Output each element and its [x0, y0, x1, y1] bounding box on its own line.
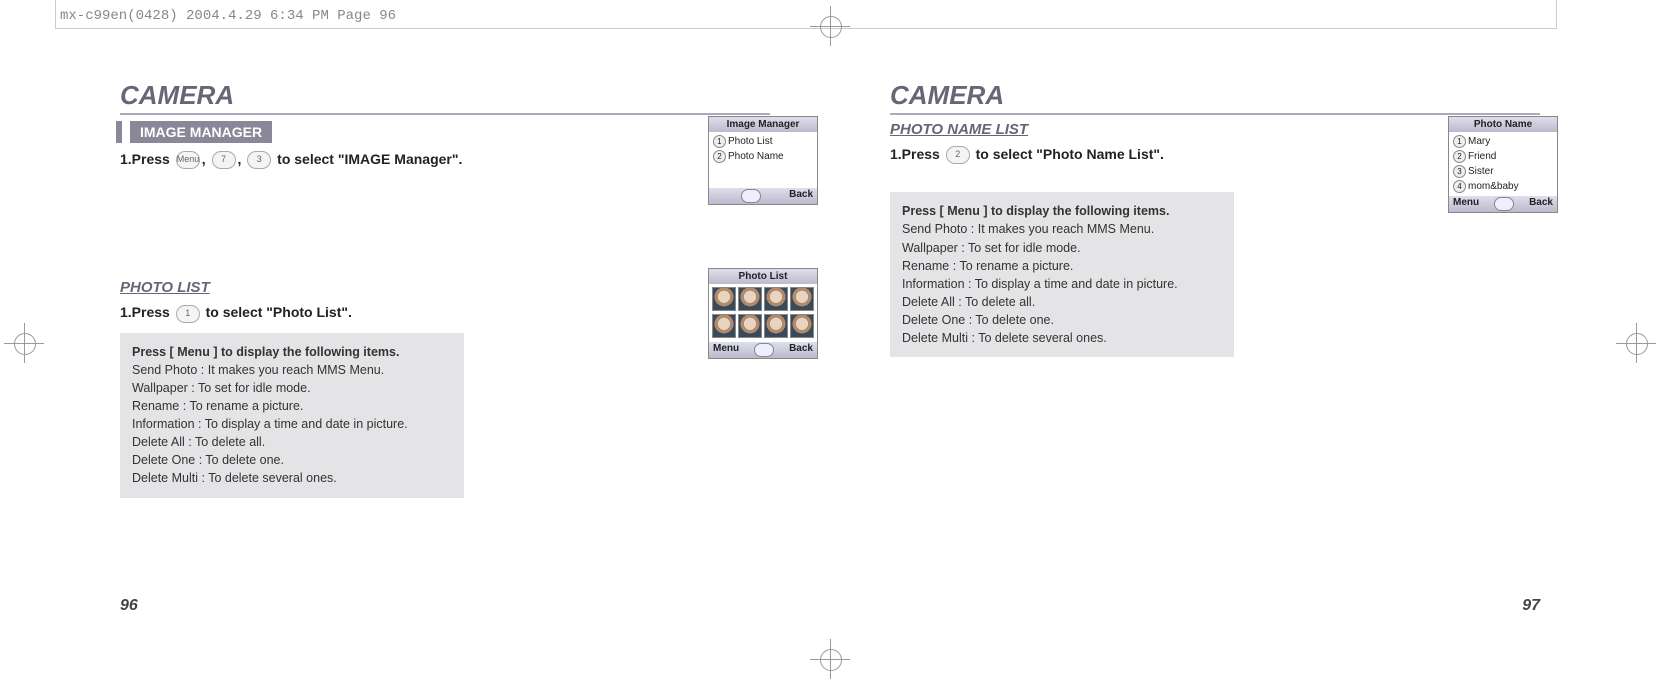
info-line: Rename : To rename a picture.	[902, 257, 1222, 275]
list-label: Photo Name	[728, 151, 784, 162]
photo-thumbnail	[790, 287, 814, 311]
list-label: Mary	[1468, 136, 1490, 147]
nav-icon	[1494, 197, 1514, 211]
phone-screen-photo-name: Photo Name 1Mary 2Friend 3Sister 4mom&ba…	[1448, 116, 1558, 213]
list-index: 2	[713, 150, 726, 163]
photo-thumbnail	[712, 314, 736, 338]
phone-screen-title: Photo Name	[1449, 117, 1557, 132]
step-1-pre: 1.Press	[890, 146, 940, 162]
phone-screen-image-manager: Image Manager 1Photo List 2Photo Name Ba…	[708, 116, 818, 205]
phone-screen-title: Image Manager	[709, 117, 817, 132]
nav-icon	[741, 189, 761, 203]
list-item: 3Sister	[1453, 164, 1553, 179]
step-1-pre: 1.Press	[120, 151, 170, 167]
chapter-title: CAMERA	[120, 80, 770, 115]
list-label: Friend	[1468, 151, 1496, 162]
list-label: Photo List	[728, 136, 772, 147]
phone-screen-photo-list: Photo List Menu Back	[708, 268, 818, 359]
info-line: Delete One : To delete one.	[902, 311, 1222, 329]
list-index: 4	[1453, 180, 1466, 193]
step-2-post: to select "Photo List".	[206, 304, 352, 320]
section-bar: IMAGE MANAGER	[120, 121, 272, 143]
info-line: Send Photo : It makes you reach MMS Menu…	[902, 220, 1222, 238]
photo-thumbnail	[764, 287, 788, 311]
list-label: mom&baby	[1468, 181, 1519, 192]
page-number: 96	[120, 597, 138, 615]
list-label: Sister	[1468, 166, 1494, 177]
softkey-right: Back	[789, 343, 813, 357]
info-box-right: Press [ Menu ] to display the following …	[890, 192, 1234, 357]
registration-mark-right	[1622, 329, 1650, 357]
step-2: 1.Press 1 to select "Photo List".	[120, 304, 770, 322]
info-line: Delete All : To delete all.	[902, 293, 1222, 311]
nav-icon	[754, 343, 774, 357]
sub-section-photo-list: PHOTO LIST	[120, 279, 770, 296]
info-head-post: ] to display the following items.	[213, 345, 399, 359]
softkey-left: Menu	[1453, 197, 1479, 211]
page-left: CAMERA IMAGE MANAGER 1.Press Menu, 7, 3 …	[90, 70, 830, 615]
step-1-post: to select "IMAGE Manager".	[277, 151, 462, 167]
photo-thumbnail	[738, 314, 762, 338]
step-1: 1.Press Menu, 7, 3 to select "IMAGE Mana…	[120, 151, 770, 169]
info-head-pre: Press [	[902, 204, 944, 218]
info-line: Delete Multi : To delete several ones.	[902, 329, 1222, 347]
sep: ,	[238, 151, 242, 167]
menu-key-icon: Menu	[177, 345, 210, 359]
photo-thumbnail	[738, 287, 762, 311]
info-head-post: ] to display the following items.	[983, 204, 1169, 218]
info-line: Information : To display a time and date…	[132, 415, 452, 433]
info-line: Delete One : To delete one.	[132, 451, 452, 469]
registration-mark-top	[816, 12, 844, 40]
phone-screen-title: Photo List	[709, 269, 817, 284]
softkey-right: Back	[1529, 197, 1553, 211]
list-index: 2	[1453, 150, 1466, 163]
list-item: 1Mary	[1453, 134, 1553, 149]
list-index: 3	[1453, 165, 1466, 178]
sep: ,	[202, 151, 206, 167]
chapter-title: CAMERA	[890, 80, 1540, 115]
softkey-left: Menu	[713, 343, 739, 357]
info-line: Information : To display a time and date…	[902, 275, 1222, 293]
info-line: Rename : To rename a picture.	[132, 397, 452, 415]
list-item: 4mom&baby	[1453, 179, 1553, 194]
step-1: 1.Press 2 to select "Photo Name List".	[890, 146, 1540, 164]
list-index: 1	[713, 135, 726, 148]
list-item: 2Photo Name	[713, 149, 813, 164]
step-1-post: to select "Photo Name List".	[976, 146, 1164, 162]
list-item: 2Friend	[1453, 149, 1553, 164]
info-line: Wallpaper : To set for idle mode.	[902, 239, 1222, 257]
key-7-icon: 7	[212, 151, 236, 169]
key-1-icon: 1	[176, 305, 200, 323]
menu-key-icon: Menu	[947, 204, 980, 218]
registration-mark-left	[10, 329, 38, 357]
key-2-icon: 2	[946, 146, 970, 164]
key-3-icon: 3	[247, 151, 271, 169]
softkey-right: Back	[789, 189, 813, 203]
info-head-pre: Press [	[132, 345, 174, 359]
info-line: Send Photo : It makes you reach MMS Menu…	[132, 361, 452, 379]
page-spread: CAMERA IMAGE MANAGER 1.Press Menu, 7, 3 …	[90, 70, 1570, 615]
sub-section-photo-name-list: PHOTO NAME LIST	[890, 121, 1540, 138]
photo-thumbnail	[764, 314, 788, 338]
info-line: Wallpaper : To set for idle mode.	[132, 379, 452, 397]
photo-thumbnail	[712, 287, 736, 311]
page-number: 97	[1522, 597, 1540, 615]
info-box-head: Press [ Menu ] to display the following …	[902, 202, 1222, 220]
page-right: CAMERA PHOTO NAME LIST 1.Press 2 to sele…	[830, 70, 1570, 615]
info-box-head: Press [ Menu ] to display the following …	[132, 343, 452, 361]
list-index: 1	[1453, 135, 1466, 148]
header-info: mx-c99en(0428) 2004.4.29 6:34 PM Page 96	[60, 8, 396, 24]
info-line: Delete All : To delete all.	[132, 433, 452, 451]
menu-key-icon: Menu	[176, 151, 200, 169]
step-2-pre: 1.Press	[120, 304, 170, 320]
photo-thumbnail	[790, 314, 814, 338]
info-line: Delete Multi : To delete several ones.	[132, 469, 452, 487]
info-box-left: Press [ Menu ] to display the following …	[120, 333, 464, 498]
list-item: 1Photo List	[713, 134, 813, 149]
registration-mark-bottom	[816, 645, 844, 673]
